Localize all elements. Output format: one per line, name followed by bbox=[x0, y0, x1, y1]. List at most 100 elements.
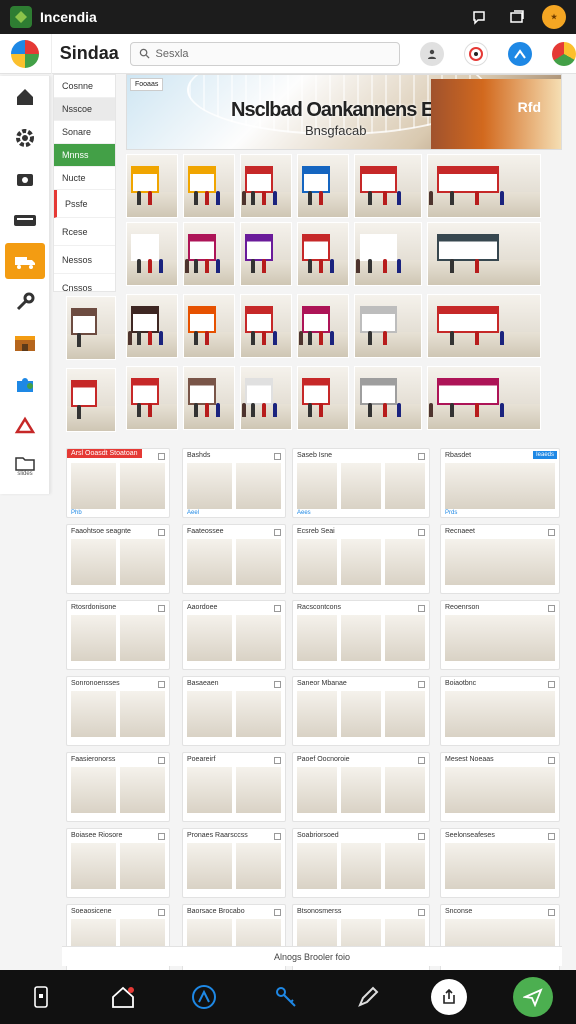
home-icon[interactable] bbox=[0, 76, 50, 117]
gallery-thumbnail[interactable] bbox=[427, 222, 541, 286]
category-item[interactable]: Rcese bbox=[54, 218, 115, 246]
category-item[interactable]: Cosnne bbox=[54, 75, 115, 98]
category-item[interactable]: Pssfe bbox=[54, 190, 115, 218]
card-checkbox[interactable] bbox=[274, 757, 281, 764]
card-checkbox[interactable] bbox=[158, 681, 165, 688]
notifications-icon[interactable] bbox=[464, 41, 489, 66]
asset-card[interactable]: Racscontcons bbox=[292, 600, 430, 670]
user-avatar[interactable]: ★ bbox=[542, 5, 566, 29]
category-item[interactable]: Nessos bbox=[54, 246, 115, 274]
asset-card[interactable]: Sonronoensses bbox=[66, 676, 170, 746]
truck-icon[interactable] bbox=[0, 240, 50, 281]
card-checkbox[interactable] bbox=[418, 757, 425, 764]
gallery-thumbnail[interactable] bbox=[427, 294, 541, 358]
gallery-thumbnail[interactable] bbox=[354, 366, 422, 430]
card-checkbox[interactable] bbox=[158, 909, 165, 916]
store-icon[interactable] bbox=[0, 322, 50, 363]
category-item[interactable]: Nucte bbox=[54, 167, 115, 190]
card-checkbox[interactable] bbox=[548, 605, 555, 612]
asset-card[interactable]: Soabriorsoed bbox=[292, 828, 430, 898]
profile-icon[interactable] bbox=[552, 41, 576, 66]
gallery-thumbnail[interactable] bbox=[240, 294, 292, 358]
gallery-thumbnail[interactable] bbox=[240, 366, 292, 430]
asset-card[interactable]: Paoef Oocnoroie bbox=[292, 752, 430, 822]
asset-card[interactable]: Faasieronorss bbox=[66, 752, 170, 822]
asset-card[interactable]: Saneor Mbanae bbox=[292, 676, 430, 746]
camera-icon[interactable] bbox=[0, 158, 50, 199]
send-icon[interactable] bbox=[513, 977, 554, 1017]
gallery-thumbnail[interactable] bbox=[240, 154, 292, 218]
wrench-icon[interactable] bbox=[0, 281, 50, 322]
asset-card[interactable]: Pronaes Raarsccss bbox=[182, 828, 286, 898]
card-checkbox[interactable] bbox=[418, 453, 425, 460]
keyboard-icon[interactable] bbox=[0, 199, 50, 240]
window-icon[interactable] bbox=[508, 8, 526, 26]
user-icon[interactable] bbox=[420, 41, 445, 66]
gallery-thumbnail[interactable] bbox=[183, 366, 235, 430]
gallery-thumbnail[interactable] bbox=[297, 222, 349, 286]
compass-icon[interactable] bbox=[186, 979, 222, 1015]
asset-card[interactable]: Recnaeet bbox=[440, 524, 560, 594]
puzzle-icon[interactable] bbox=[0, 363, 50, 404]
card-checkbox[interactable] bbox=[274, 453, 281, 460]
card-checkbox[interactable] bbox=[418, 529, 425, 536]
gallery-thumbnail[interactable] bbox=[183, 222, 235, 286]
asset-card[interactable]: Poeareirf bbox=[182, 752, 286, 822]
asset-card[interactable]: Saseb Isne Aees bbox=[292, 448, 430, 518]
gallery-thumbnail[interactable] bbox=[354, 294, 422, 358]
asset-card[interactable]: Rbasdet Ieaeds Prds bbox=[440, 448, 560, 518]
card-checkbox[interactable] bbox=[158, 833, 165, 840]
card-checkbox[interactable] bbox=[158, 453, 165, 460]
gallery-thumbnail[interactable] bbox=[66, 368, 116, 432]
home-nav-icon[interactable] bbox=[105, 979, 141, 1015]
gallery-thumbnail[interactable] bbox=[183, 294, 235, 358]
asset-card[interactable]: Reoenrson bbox=[440, 600, 560, 670]
card-checkbox[interactable] bbox=[274, 529, 281, 536]
asset-card[interactable]: Arsl Ooasdt Stoatoan Phb bbox=[66, 448, 170, 518]
gallery-thumbnail[interactable] bbox=[126, 366, 178, 430]
card-checkbox[interactable] bbox=[418, 605, 425, 612]
asset-card[interactable]: Rtosrdonisone bbox=[66, 600, 170, 670]
folder-icon[interactable]: slides bbox=[0, 445, 50, 486]
card-checkbox[interactable] bbox=[548, 757, 555, 764]
asset-card[interactable]: Boiasee Riosore bbox=[66, 828, 170, 898]
asset-card[interactable]: Seelonseafeses bbox=[440, 828, 560, 898]
phone-icon[interactable] bbox=[23, 979, 59, 1015]
card-checkbox[interactable] bbox=[548, 681, 555, 688]
share-icon[interactable] bbox=[508, 41, 533, 66]
gallery-thumbnail[interactable] bbox=[126, 222, 178, 286]
card-checkbox[interactable] bbox=[158, 757, 165, 764]
gallery-thumbnail[interactable] bbox=[240, 222, 292, 286]
card-checkbox[interactable] bbox=[274, 605, 281, 612]
card-checkbox[interactable] bbox=[158, 605, 165, 612]
hero-banner[interactable]: Fooaas Nsclbad Oankannens Ensaad Bnsgfac… bbox=[126, 74, 562, 150]
asset-card[interactable]: Faaohtsoe seagnte bbox=[66, 524, 170, 594]
gallery-thumbnail[interactable] bbox=[126, 294, 178, 358]
gallery-thumbnail[interactable] bbox=[427, 366, 541, 430]
pen-icon[interactable] bbox=[350, 979, 386, 1015]
tool-icon[interactable] bbox=[0, 404, 50, 445]
card-checkbox[interactable] bbox=[548, 529, 555, 536]
gallery-thumbnail[interactable] bbox=[126, 154, 178, 218]
card-checkbox[interactable] bbox=[418, 681, 425, 688]
key-icon[interactable] bbox=[268, 979, 304, 1015]
card-checkbox[interactable] bbox=[548, 909, 555, 916]
asset-card[interactable]: Ecsreb Seai bbox=[292, 524, 430, 594]
category-item[interactable]: Nsscoe bbox=[54, 98, 115, 121]
category-item[interactable]: Sonare bbox=[54, 121, 115, 144]
asset-card[interactable]: Faateossee bbox=[182, 524, 286, 594]
gallery-thumbnail[interactable] bbox=[354, 222, 422, 286]
gallery-thumbnail[interactable] bbox=[297, 154, 349, 218]
card-checkbox[interactable] bbox=[158, 529, 165, 536]
asset-card[interactable]: Mesest Noeaas bbox=[440, 752, 560, 822]
card-checkbox[interactable] bbox=[418, 833, 425, 840]
card-checkbox[interactable] bbox=[274, 909, 281, 916]
gallery-thumbnail[interactable] bbox=[427, 154, 541, 218]
brand-logo-icon[interactable] bbox=[0, 33, 52, 74]
card-checkbox[interactable] bbox=[274, 833, 281, 840]
asset-card[interactable]: Basaeaen bbox=[182, 676, 286, 746]
gallery-thumbnail[interactable] bbox=[183, 154, 235, 218]
card-checkbox[interactable] bbox=[418, 909, 425, 916]
gallery-thumbnail[interactable] bbox=[66, 296, 116, 360]
card-checkbox[interactable] bbox=[274, 681, 281, 688]
